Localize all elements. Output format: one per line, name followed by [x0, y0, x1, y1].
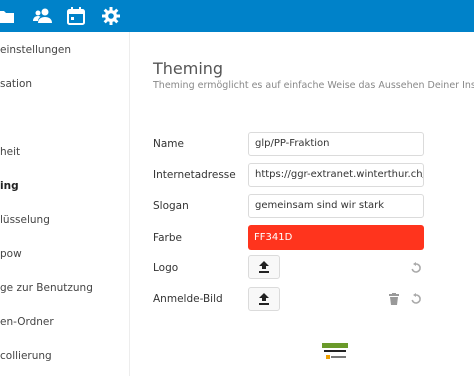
sidebar-item-pow[interactable]: pow	[0, 248, 22, 260]
login-image-upload-button[interactable]	[248, 287, 280, 311]
login-image-reset-icon[interactable]	[410, 293, 422, 305]
name-label: Name	[153, 138, 184, 150]
url-label: Internetadresse	[153, 169, 236, 181]
logo-preview-image	[322, 343, 348, 359]
contacts-icon[interactable]	[33, 6, 53, 26]
sidebar-item-theming[interactable]: ing	[0, 180, 19, 192]
page-subtitle: Theming ermöglicht es auf einfache Weise…	[153, 80, 474, 91]
slogan-input[interactable]: gemeinsam sind wir stark	[248, 194, 424, 218]
logo-upload-button[interactable]	[248, 255, 280, 279]
upload-icon	[259, 293, 269, 305]
top-bar	[0, 0, 474, 32]
logo-label: Logo	[153, 262, 179, 274]
sidebar-item-benutzung[interactable]: ge zur Benutzung	[0, 282, 93, 294]
upload-icon	[259, 261, 269, 273]
color-label: Farbe	[153, 232, 182, 244]
files-icon[interactable]	[0, 6, 16, 26]
slogan-label: Slogan	[153, 200, 189, 212]
sidebar-item-kollierung[interactable]: collierung	[0, 350, 52, 362]
sidebar-item-sation[interactable]: sation	[0, 78, 32, 90]
delete-icon[interactable]	[388, 293, 400, 305]
settings-gear-icon[interactable]	[101, 6, 121, 26]
calendar-icon[interactable]	[66, 6, 86, 26]
logo-reset-icon[interactable]	[410, 262, 422, 274]
login-image-label: Anmelde-Bild	[153, 293, 223, 305]
page-title: Theming	[153, 59, 224, 78]
url-input[interactable]: https://ggr-extranet.winterthur.ch/d	[248, 163, 424, 187]
sidebar-item-heit[interactable]: heit	[0, 146, 20, 158]
sidebar-item-einstellungen[interactable]: einstellungen	[0, 44, 71, 56]
theming-section: Theming Theming ermöglicht es auf einfac…	[130, 32, 474, 376]
settings-sidebar: einstellungen sation heit ing lüsselung …	[0, 32, 130, 376]
sidebar-item-ordner[interactable]: en-Ordner	[0, 316, 54, 328]
sidebar-item-verschluesselung[interactable]: lüsselung	[0, 214, 50, 226]
color-picker[interactable]: FF341D	[248, 225, 424, 250]
name-input[interactable]: glp/PP-Fraktion	[248, 132, 424, 156]
